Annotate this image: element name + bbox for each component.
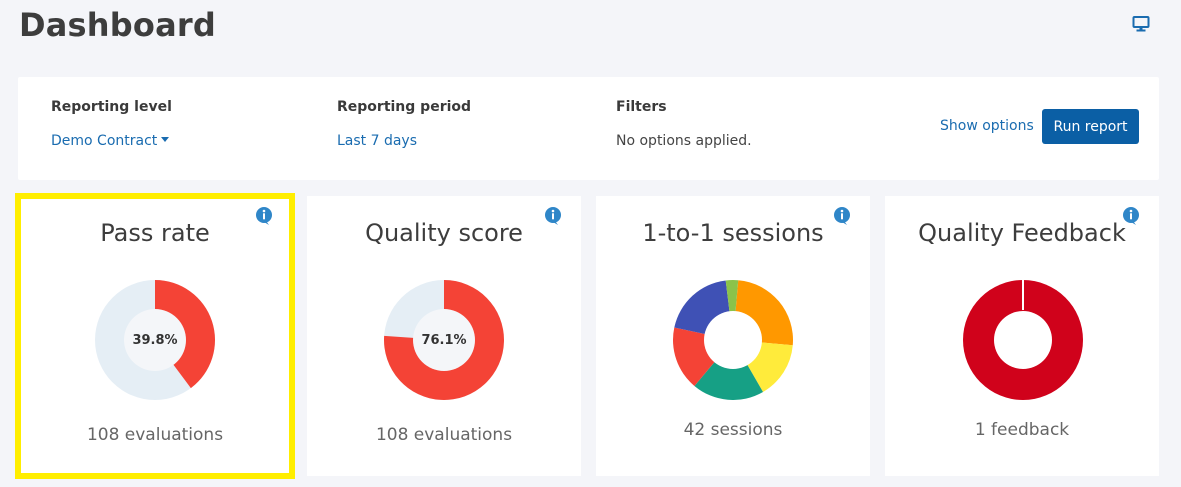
info-icon[interactable] — [833, 206, 851, 226]
info-icon[interactable] — [1122, 206, 1140, 226]
reporting-level-label: Reporting level — [51, 99, 172, 115]
feedback-footer: 1 feedback — [974, 420, 1070, 440]
info-icon[interactable] — [544, 206, 562, 226]
report-bar: Reporting level Demo Contract Reporting … — [18, 77, 1159, 180]
info-icon[interactable] — [255, 206, 273, 226]
reporting-period-label: Reporting period — [337, 99, 472, 115]
reporting-period-group: Reporting period Last 7 days — [337, 99, 471, 149]
reporting-level-value: Demo Contract — [51, 133, 158, 149]
filters-value: No options applied. — [616, 133, 752, 149]
monitor-icon[interactable] — [1132, 15, 1150, 33]
pass-rate-footer: 108 evaluations — [86, 425, 224, 445]
quality-score-card[interactable]: Quality score 76.1% 108 evaluations — [307, 196, 581, 476]
quality-feedback-card[interactable]: Quality Feedback 1 feedback — [885, 196, 1159, 476]
donut-hole — [704, 311, 762, 369]
card-title: 1-to-1 sessions — [642, 219, 824, 247]
card-title: Quality Feedback — [918, 219, 1126, 247]
caret-down-icon — [161, 136, 170, 142]
pass-rate-value: 39.8% — [132, 333, 178, 348]
pass-rate-card[interactable]: Pass rate 39.8% 108 evaluations — [15, 193, 295, 479]
page-title: Dashboard — [19, 6, 216, 44]
feedback-donut — [963, 280, 1083, 400]
reporting-level-dropdown[interactable]: Demo Contract — [51, 133, 172, 149]
show-options-link[interactable]: Show options — [940, 118, 1034, 134]
sessions-card[interactable]: 1-to-1 sessions 42 sessions — [596, 196, 870, 476]
filters-group: Filters No options applied. — [616, 99, 752, 149]
reporting-period-link[interactable]: Last 7 days — [337, 133, 471, 149]
sessions-donut — [673, 280, 793, 400]
run-report-button[interactable]: Run report — [1042, 109, 1139, 144]
quality-score-value: 76.1% — [421, 333, 467, 348]
filters-label: Filters — [616, 99, 667, 115]
card-title: Pass rate — [100, 219, 210, 247]
sessions-footer: 42 sessions — [683, 420, 783, 440]
quality-score-footer: 108 evaluations — [375, 425, 513, 445]
reporting-level-group: Reporting level Demo Contract — [51, 99, 172, 149]
card-title: Quality score — [365, 219, 523, 247]
donut-hole — [994, 311, 1052, 369]
